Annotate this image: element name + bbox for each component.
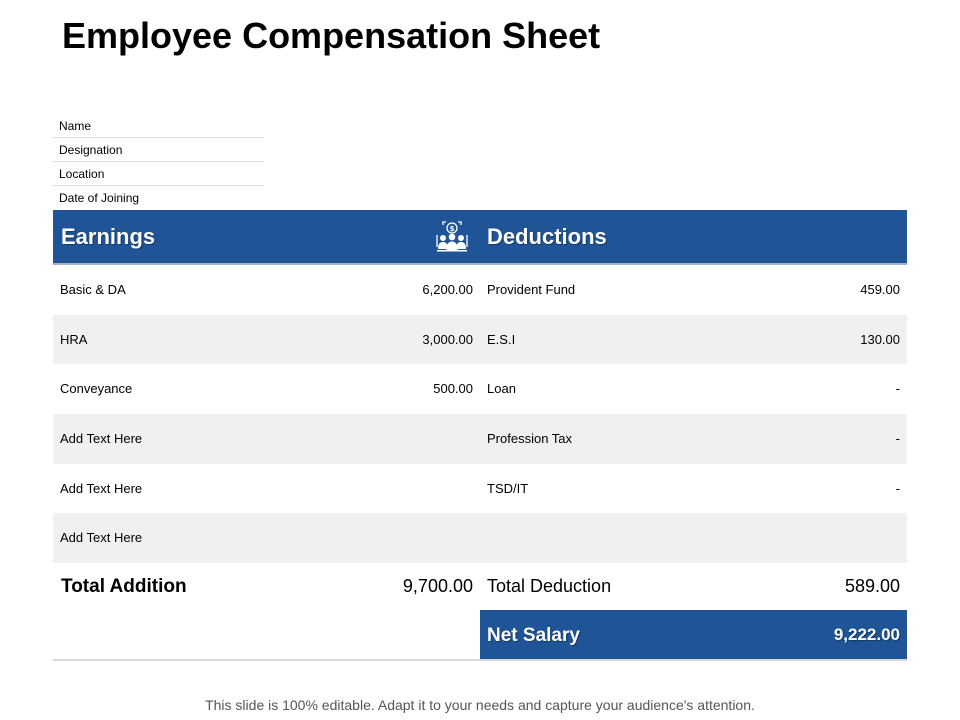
totals-row: Total Addition 9,700.00 Total Deduction … [53, 562, 907, 610]
total-addition-label: Total Addition [61, 576, 187, 597]
deduction-label: Provident Fund [487, 282, 576, 297]
total-deduction-value: 589.00 [844, 576, 900, 596]
earning-label: HRA [60, 331, 88, 347]
employee-info-list: Name Designation Location Date of Joinin… [52, 114, 264, 210]
deduction-label: E.S.I [487, 331, 516, 347]
footer-note: This slide is 100% editable. Adapt it to… [205, 697, 755, 713]
earning-label: Add Text Here [60, 431, 143, 447]
compensation-rows: Basic & DA 6,200.00 Provident Fund 459.0… [53, 265, 907, 564]
earning-amount: 3,000.00 [422, 331, 473, 347]
deduction-amount: 459.00 [860, 282, 900, 297]
net-salary-value: 9,222.00 [833, 625, 900, 644]
net-salary-label: Net Salary [487, 625, 580, 646]
deduction-amount: - [895, 381, 900, 397]
table-row: HRA 3,000.00 E.S.I 130.00 [53, 314, 907, 365]
total-deduction-label: Total Deduction [487, 576, 612, 596]
svg-text:$: $ [450, 225, 455, 233]
net-salary-band: Net Salary 9,222.00 [480, 610, 907, 659]
table-row: Basic & DA 6,200.00 Provident Fund 459.0… [53, 265, 907, 315]
info-field-location: Location [52, 162, 264, 186]
table-row: Add Text Here Profession Tax - [53, 414, 907, 464]
info-field-date-of-joining: Date of Joining [59, 191, 140, 205]
table-row: Add Text Here [53, 513, 907, 564]
deduction-label: Loan [487, 381, 516, 397]
info-field-designation: Designation [52, 138, 264, 162]
deduction-label: TSD/IT [487, 480, 529, 496]
page-title: Employee Compensation Sheet [62, 15, 601, 56]
deductions-header: Deductions [487, 224, 607, 249]
earning-label: Add Text Here [60, 480, 143, 496]
table-bottom-divider [53, 659, 907, 661]
earning-amount: 6,200.00 [422, 282, 473, 297]
table-row: Add Text Here TSD/IT - [53, 464, 907, 514]
deduction-amount: 130.00 [860, 331, 900, 347]
deduction-label: Profession Tax [487, 431, 573, 447]
info-field-name: Name [52, 114, 264, 138]
earning-amount: 500.00 [433, 381, 473, 397]
earning-label: Basic & DA [60, 282, 126, 297]
total-addition-value: 9,700.00 [402, 576, 473, 596]
deduction-amount: - [895, 480, 900, 496]
deduction-amount: - [895, 431, 900, 447]
employee-salary-icon: $ [436, 221, 468, 252]
earning-label: Add Text Here [60, 530, 143, 546]
earning-label: Conveyance [60, 381, 133, 397]
earnings-header: Earnings [61, 224, 156, 249]
table-row: Conveyance 500.00 Loan - [53, 364, 907, 414]
table-header-band: Earnings $ Deductions [53, 210, 907, 263]
